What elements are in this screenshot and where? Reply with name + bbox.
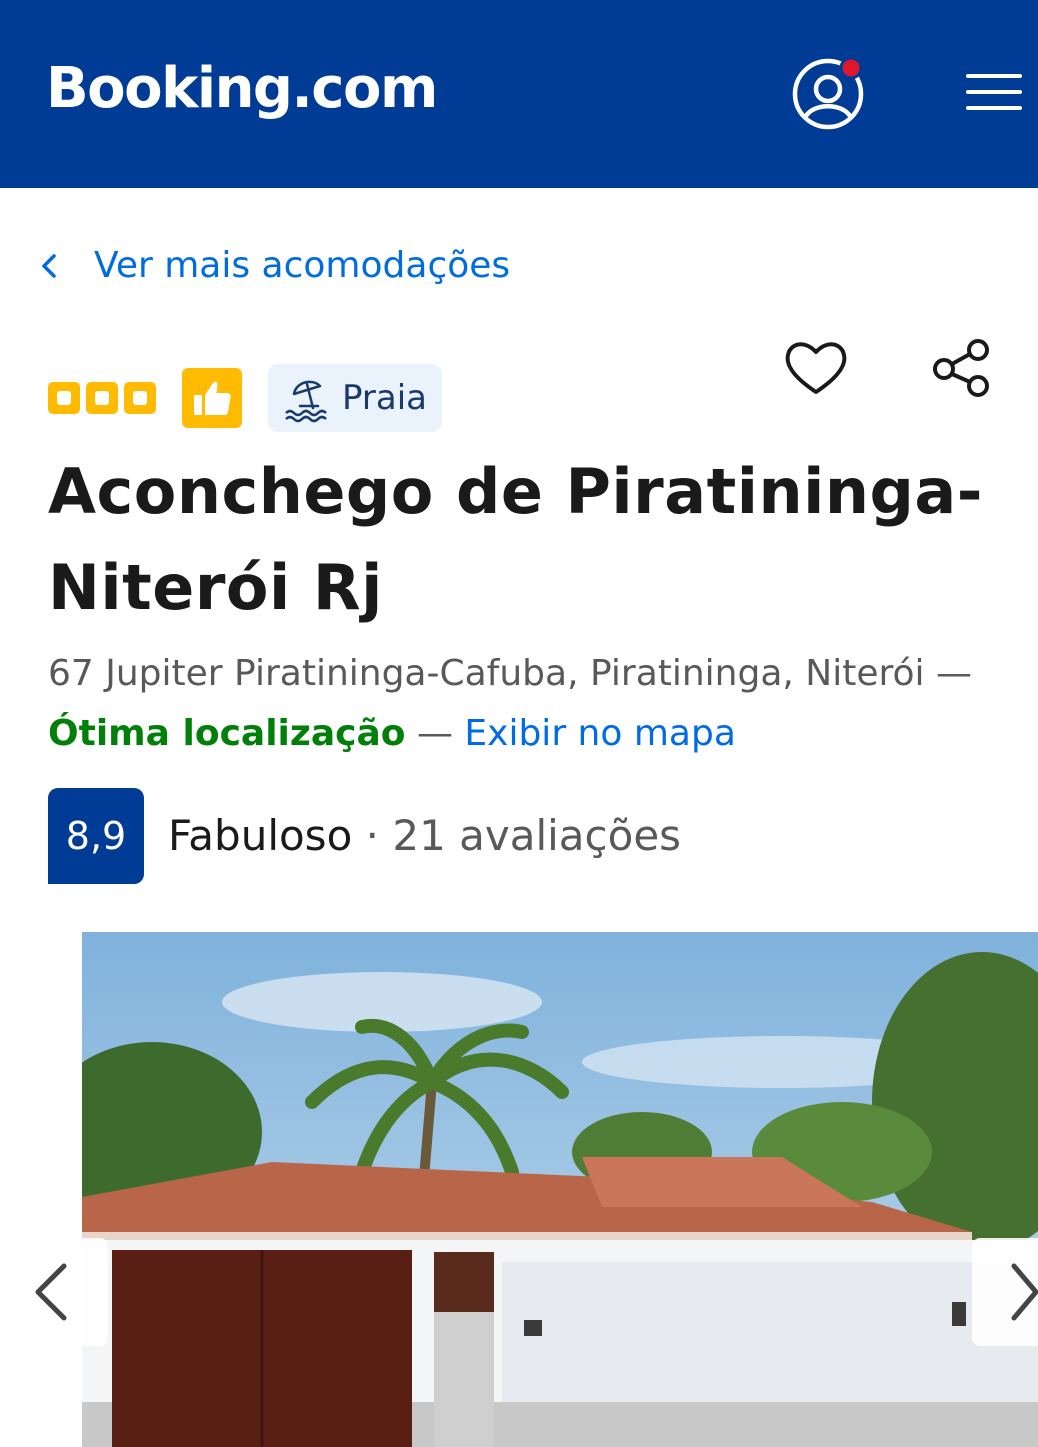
chevron-left-icon: [42, 254, 56, 278]
beach-tag[interactable]: Praia: [268, 364, 442, 432]
review-count: 21 avaliações: [392, 811, 682, 860]
property-name: Aconchego de Piratininga-Niterói Rj: [48, 455, 983, 624]
star-rating: [48, 382, 156, 414]
show-on-map-link[interactable]: Exibir no mapa: [464, 713, 735, 754]
review-score-badge[interactable]: 8,9: [48, 788, 144, 884]
booking-logo[interactable]: Booking.com: [46, 54, 438, 124]
rating-square: [124, 382, 156, 414]
thumbs-up-icon: [194, 381, 231, 415]
heart-icon: [785, 342, 847, 394]
back-link-label: Ver mais acomodações: [94, 245, 511, 286]
beach-umbrella-icon: [285, 380, 327, 423]
review-dot: ·: [365, 811, 379, 860]
notification-dot: [839, 56, 863, 80]
address-separator: —: [416, 713, 453, 754]
review-summary[interactable]: Fabuloso · 21 avaliações: [168, 806, 681, 866]
previous-photo-button[interactable]: [0, 1238, 108, 1346]
property-photo[interactable]: [82, 932, 1038, 1447]
next-photo-button[interactable]: [972, 1238, 1038, 1346]
hamburger-menu-icon: [966, 74, 1022, 78]
share-button[interactable]: [926, 336, 994, 402]
top-navigation-bar: Booking.com: [0, 0, 1038, 188]
chevron-right-icon: [1011, 1263, 1038, 1321]
location-score-label: Ótima localização: [48, 713, 406, 754]
share-icon: [933, 339, 989, 397]
save-to-favorites-button[interactable]: [782, 334, 850, 400]
rating-square: [86, 382, 118, 414]
address-text: 67 Jupiter Piratininga-Cafuba, Piratinin…: [48, 653, 972, 694]
review-score-word: Fabuloso: [168, 811, 353, 860]
menu-button[interactable]: [966, 70, 1024, 114]
account-icon: [792, 56, 864, 130]
beach-tag-label: Praia: [342, 378, 427, 418]
rating-square: [48, 382, 80, 414]
property-address: 67 Jupiter Piratininga-Cafuba, Piratinin…: [48, 644, 1028, 764]
preferred-partner-badge[interactable]: [182, 368, 242, 428]
account-button[interactable]: [790, 56, 866, 132]
chevron-left-icon: [35, 1263, 67, 1321]
back-to-results-link[interactable]: Ver mais acomodações: [36, 238, 510, 294]
